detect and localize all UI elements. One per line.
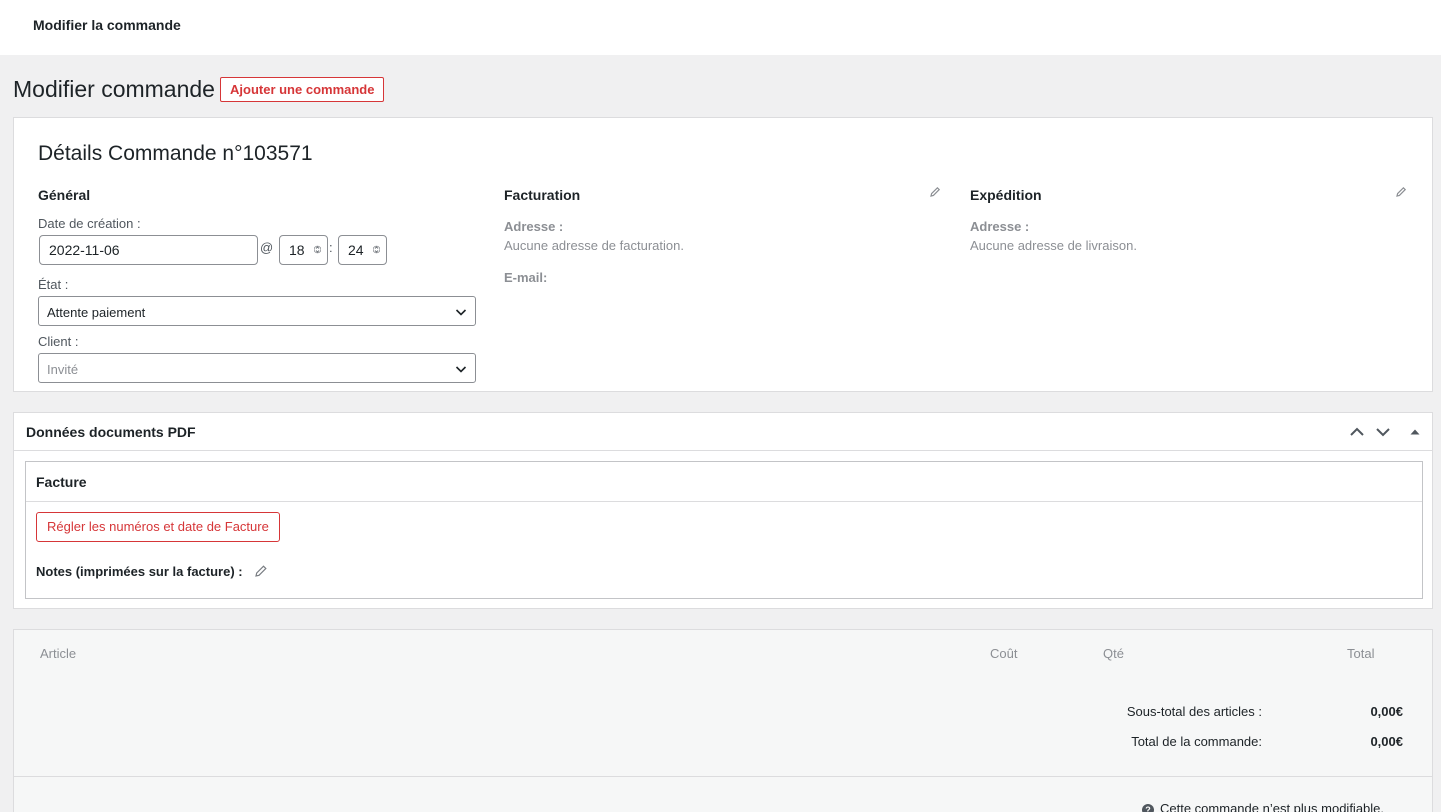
status-label: État :	[38, 277, 69, 292]
shipping-heading: Expédition	[970, 187, 1042, 203]
edit-billing-pencil-icon[interactable]	[929, 186, 941, 198]
help-icon: ?	[1142, 804, 1154, 812]
billing-address-label: Adresse :	[504, 219, 564, 234]
minute-value: 24	[348, 242, 364, 258]
top-bar: Modifier la commande	[0, 0, 1441, 55]
column-qty: Qté	[1103, 646, 1124, 661]
notes-label: Notes (imprimées sur la facture) :	[36, 564, 243, 579]
client-placeholder: Invité	[47, 362, 79, 377]
date-label: Date de création :	[38, 216, 141, 231]
client-label: Client :	[38, 334, 79, 349]
invoice-header: Facture	[26, 462, 1422, 502]
shipping-address-label: Adresse :	[970, 219, 1030, 234]
pdf-documents-panel: Données documents PDF Facture Régler les…	[13, 412, 1433, 609]
subtotal-value: 0,00€	[1370, 704, 1403, 719]
invoice-heading: Facture	[36, 474, 87, 490]
chevron-down-icon	[455, 366, 467, 373]
order-title: Détails Commande n°103571	[38, 142, 313, 165]
spinner-arrows-icon[interactable]	[373, 243, 380, 256]
order-total-label: Total de la commande:	[1131, 734, 1262, 749]
top-bar-title: Modifier la commande	[33, 17, 181, 33]
edit-shipping-pencil-icon[interactable]	[1395, 186, 1407, 198]
chevron-down-icon	[455, 309, 467, 316]
column-article: Article	[40, 646, 77, 661]
hour-input[interactable]: 18	[279, 235, 328, 265]
invoice-box: Facture Régler les numéros et date de Fa…	[25, 461, 1423, 599]
items-footer: ? Cette commande n’est plus modifiable.	[14, 776, 1432, 812]
page-title: Modifier commande	[13, 76, 215, 102]
chevron-up-icon[interactable]	[1347, 422, 1367, 442]
locked-message: Cette commande n’est plus modifiable.	[1160, 801, 1385, 812]
pdf-panel-header: Données documents PDF	[14, 413, 1432, 451]
order-details-panel: Détails Commande n°103571 Général Date d…	[13, 117, 1433, 392]
at-separator: @	[260, 240, 274, 255]
column-cost: Coût	[990, 646, 1018, 661]
order-total-value: 0,00€	[1370, 734, 1403, 749]
chevron-down-icon[interactable]	[1373, 422, 1393, 442]
pdf-panel-title: Données documents PDF	[26, 424, 196, 440]
subtotal-label: Sous-total des articles :	[1126, 704, 1262, 719]
client-select[interactable]: Invité	[38, 353, 476, 383]
billing-address-value: Aucune adresse de facturation.	[504, 238, 684, 253]
billing-email-label: E-mail:	[504, 270, 548, 285]
shipping-address-value: Aucune adresse de livraison.	[970, 238, 1137, 253]
billing-heading: Facturation	[504, 187, 581, 203]
add-order-button[interactable]: Ajouter une commande	[220, 77, 385, 102]
order-items-panel: Article Coût Qté Total Sous-total des ar…	[13, 629, 1433, 812]
triangle-up-icon[interactable]	[1405, 422, 1425, 442]
colon-separator: :	[329, 240, 333, 255]
status-value: Attente paiement	[47, 305, 146, 320]
edit-notes-pencil-icon[interactable]	[254, 564, 268, 578]
date-input[interactable]: 2022-11-06	[39, 235, 258, 265]
column-total: Total	[1347, 646, 1375, 661]
general-heading: Général	[38, 187, 91, 203]
minute-input[interactable]: 24	[338, 235, 387, 265]
hour-value: 18	[289, 242, 305, 258]
set-invoice-number-button[interactable]: Régler les numéros et date de Facture	[36, 512, 280, 542]
spinner-arrows-icon[interactable]	[314, 243, 321, 256]
date-value: 2022-11-06	[49, 242, 120, 258]
status-select[interactable]: Attente paiement	[38, 296, 476, 326]
